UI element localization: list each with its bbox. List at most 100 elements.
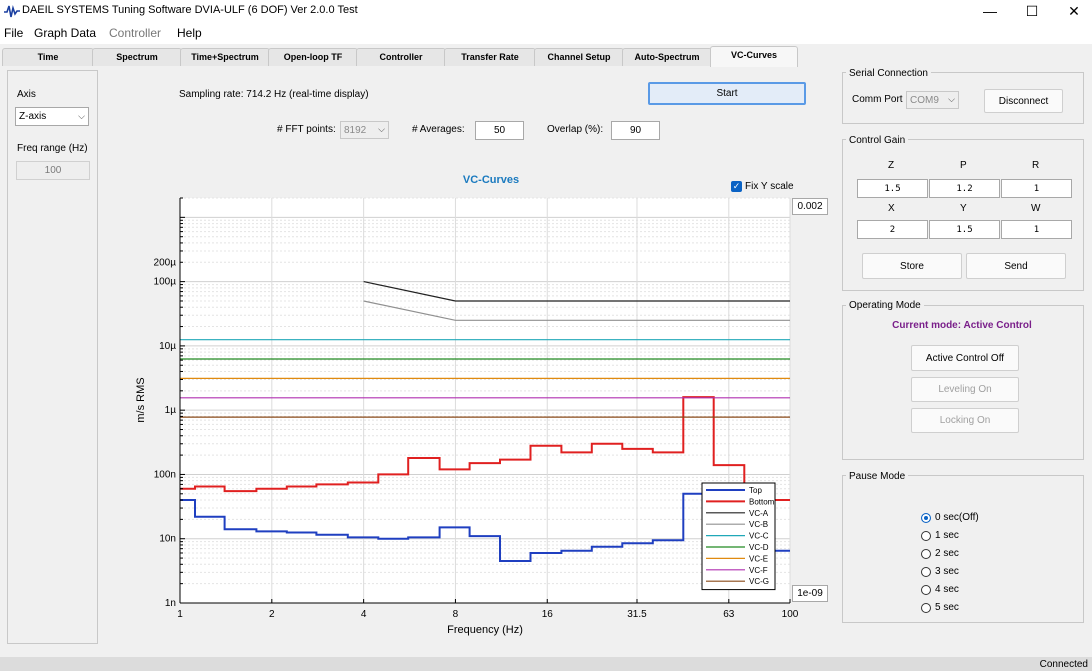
- legend-label: VC-G: [749, 577, 769, 586]
- menu-bar: [0, 22, 1092, 44]
- y-tick-label: 1µ: [165, 405, 177, 416]
- tab-auto-spectrum[interactable]: Auto-Spectrum: [622, 48, 712, 66]
- gain-header-y: Y: [960, 203, 967, 214]
- app-logo-icon: [4, 5, 20, 18]
- gain-w-field[interactable]: 1: [1001, 220, 1072, 239]
- pause-option-label[interactable]: 4 sec: [935, 584, 959, 595]
- tab-time-spectrum[interactable]: Time+Spectrum: [180, 48, 270, 66]
- x-tick-label: 8: [453, 609, 459, 620]
- fft-points-value: 8192: [344, 124, 367, 136]
- gain-header-z: Z: [888, 160, 895, 171]
- close-button[interactable]: ✕: [1052, 0, 1092, 22]
- control-gain-title: Control Gain: [846, 135, 909, 146]
- menu-controller[interactable]: Controller: [109, 26, 161, 40]
- x-tick-label: 63: [723, 609, 735, 620]
- overlap-field[interactable]: 90: [611, 121, 660, 140]
- y-tick-label: 10n: [159, 534, 176, 545]
- active-control-button[interactable]: Active Control Off: [911, 345, 1019, 371]
- gain-p-field[interactable]: 1.2: [929, 179, 1000, 198]
- chevron-down-icon: ⌵: [948, 93, 955, 104]
- gain-header-p: P: [960, 160, 967, 171]
- locking-button[interactable]: Locking On: [911, 408, 1019, 433]
- pause-option-label[interactable]: 3 sec: [935, 566, 959, 577]
- legend-label: VC-D: [749, 543, 769, 552]
- y-axis-label: m/s RMS: [135, 377, 147, 422]
- gain-y-field[interactable]: 1.5: [929, 220, 1000, 239]
- pause-option-label[interactable]: 0 sec(Off): [935, 512, 979, 523]
- tab-controller[interactable]: Controller: [356, 48, 446, 66]
- x-tick-label: 100: [782, 609, 799, 620]
- legend-label: VC-B: [749, 520, 768, 529]
- fft-points-label: # FFT points:: [277, 124, 336, 135]
- pause-mode-group: [842, 475, 1084, 623]
- pause-option-label[interactable]: 1 sec: [935, 530, 959, 541]
- x-tick-label: 1: [177, 609, 183, 620]
- freq-range-field[interactable]: 100: [16, 161, 90, 180]
- leveling-button[interactable]: Leveling On: [911, 377, 1019, 402]
- legend-label: Bottom: [749, 497, 775, 506]
- send-button[interactable]: Send: [966, 253, 1066, 279]
- pause-radio-5[interactable]: [921, 603, 931, 613]
- tab-spectrum[interactable]: Spectrum: [92, 48, 182, 66]
- legend-label: VC-C: [749, 532, 769, 541]
- pause-option-label[interactable]: 2 sec: [935, 548, 959, 559]
- y-tick-label: 200µ: [154, 257, 177, 268]
- gain-z-field[interactable]: 1.5: [857, 179, 928, 198]
- gain-header-x: X: [888, 203, 895, 214]
- pause-option-label[interactable]: 5 sec: [935, 602, 959, 613]
- comm-port-value: COM9: [910, 94, 939, 106]
- axis-select-value: Z-axis: [19, 111, 47, 122]
- pause-radio-4[interactable]: [921, 585, 931, 595]
- current-mode-text: Current mode: Active Control: [892, 320, 1032, 331]
- pause-radio-0[interactable]: [921, 513, 931, 523]
- freq-range-label: Freq range (Hz): [17, 143, 88, 154]
- minimize-button[interactable]: —: [968, 0, 1012, 22]
- comm-port-select[interactable]: COM9 ⌵: [906, 91, 959, 109]
- pause-radio-1[interactable]: [921, 531, 931, 541]
- pause-radio-3[interactable]: [921, 567, 931, 577]
- menu-help[interactable]: Help: [177, 26, 202, 40]
- tab-time[interactable]: Time: [2, 48, 94, 66]
- overlap-label: Overlap (%):: [547, 124, 604, 135]
- start-button[interactable]: Start: [648, 82, 806, 105]
- store-button[interactable]: Store: [862, 253, 962, 279]
- serial-connection-title: Serial Connection: [846, 68, 931, 79]
- x-tick-label: 2: [269, 609, 275, 620]
- legend-label: VC-F: [749, 566, 768, 575]
- tab-transfer-rate[interactable]: Transfer Rate: [444, 48, 536, 66]
- x-axis-label: Frequency (Hz): [447, 624, 523, 636]
- averages-label: # Averages:: [412, 124, 465, 135]
- fft-points-select[interactable]: 8192 ⌵: [340, 121, 389, 139]
- axis-label: Axis: [17, 89, 36, 100]
- gain-r-field[interactable]: 1: [1001, 179, 1072, 198]
- menu-file[interactable]: File: [4, 26, 23, 40]
- axis-panel: [7, 70, 98, 644]
- sampling-rate-text: Sampling rate: 714.2 Hz (real-time displ…: [179, 89, 369, 100]
- legend-label: VC-E: [749, 554, 768, 563]
- legend-label: Top: [749, 486, 762, 495]
- maximize-button[interactable]: ☐: [1010, 0, 1054, 22]
- tab-open-loop-tf[interactable]: Open-loop TF: [268, 48, 358, 66]
- averages-field[interactable]: 50: [475, 121, 524, 140]
- chevron-down-icon: ⌵: [78, 110, 85, 121]
- legend-label: VC-A: [749, 509, 769, 518]
- chevron-down-icon: ⌵: [378, 123, 385, 134]
- x-tick-label: 4: [361, 609, 367, 620]
- comm-port-label: Comm Port: [852, 94, 903, 105]
- y-tick-label: 100n: [154, 469, 176, 480]
- legend: Top Bottom VC-A VC-B VC-C VC-D VC-E VC-F VC-G: [701, 482, 776, 591]
- disconnect-button[interactable]: Disconnect: [984, 89, 1063, 113]
- tab-channel-setup[interactable]: Channel Setup: [534, 48, 624, 66]
- gain-x-field[interactable]: 2: [857, 220, 928, 239]
- pause-mode-title: Pause Mode: [846, 471, 909, 482]
- title-bar: DAEIL SYSTEMS Tuning Software DVIA-ULF (…: [0, 0, 1092, 22]
- menu-graph-data[interactable]: Graph Data: [34, 26, 96, 40]
- tab-vc-curves[interactable]: VC-Curves: [710, 46, 798, 67]
- y-tick-label: 10µ: [159, 341, 176, 352]
- axis-select[interactable]: Z-axis ⌵: [15, 107, 89, 126]
- x-tick-label: 31.5: [627, 609, 647, 620]
- y-tick-label: 100µ: [154, 277, 177, 288]
- gain-header-r: R: [1032, 160, 1040, 171]
- pause-radio-2[interactable]: [921, 549, 931, 559]
- chart-title: VC-Curves: [463, 174, 519, 186]
